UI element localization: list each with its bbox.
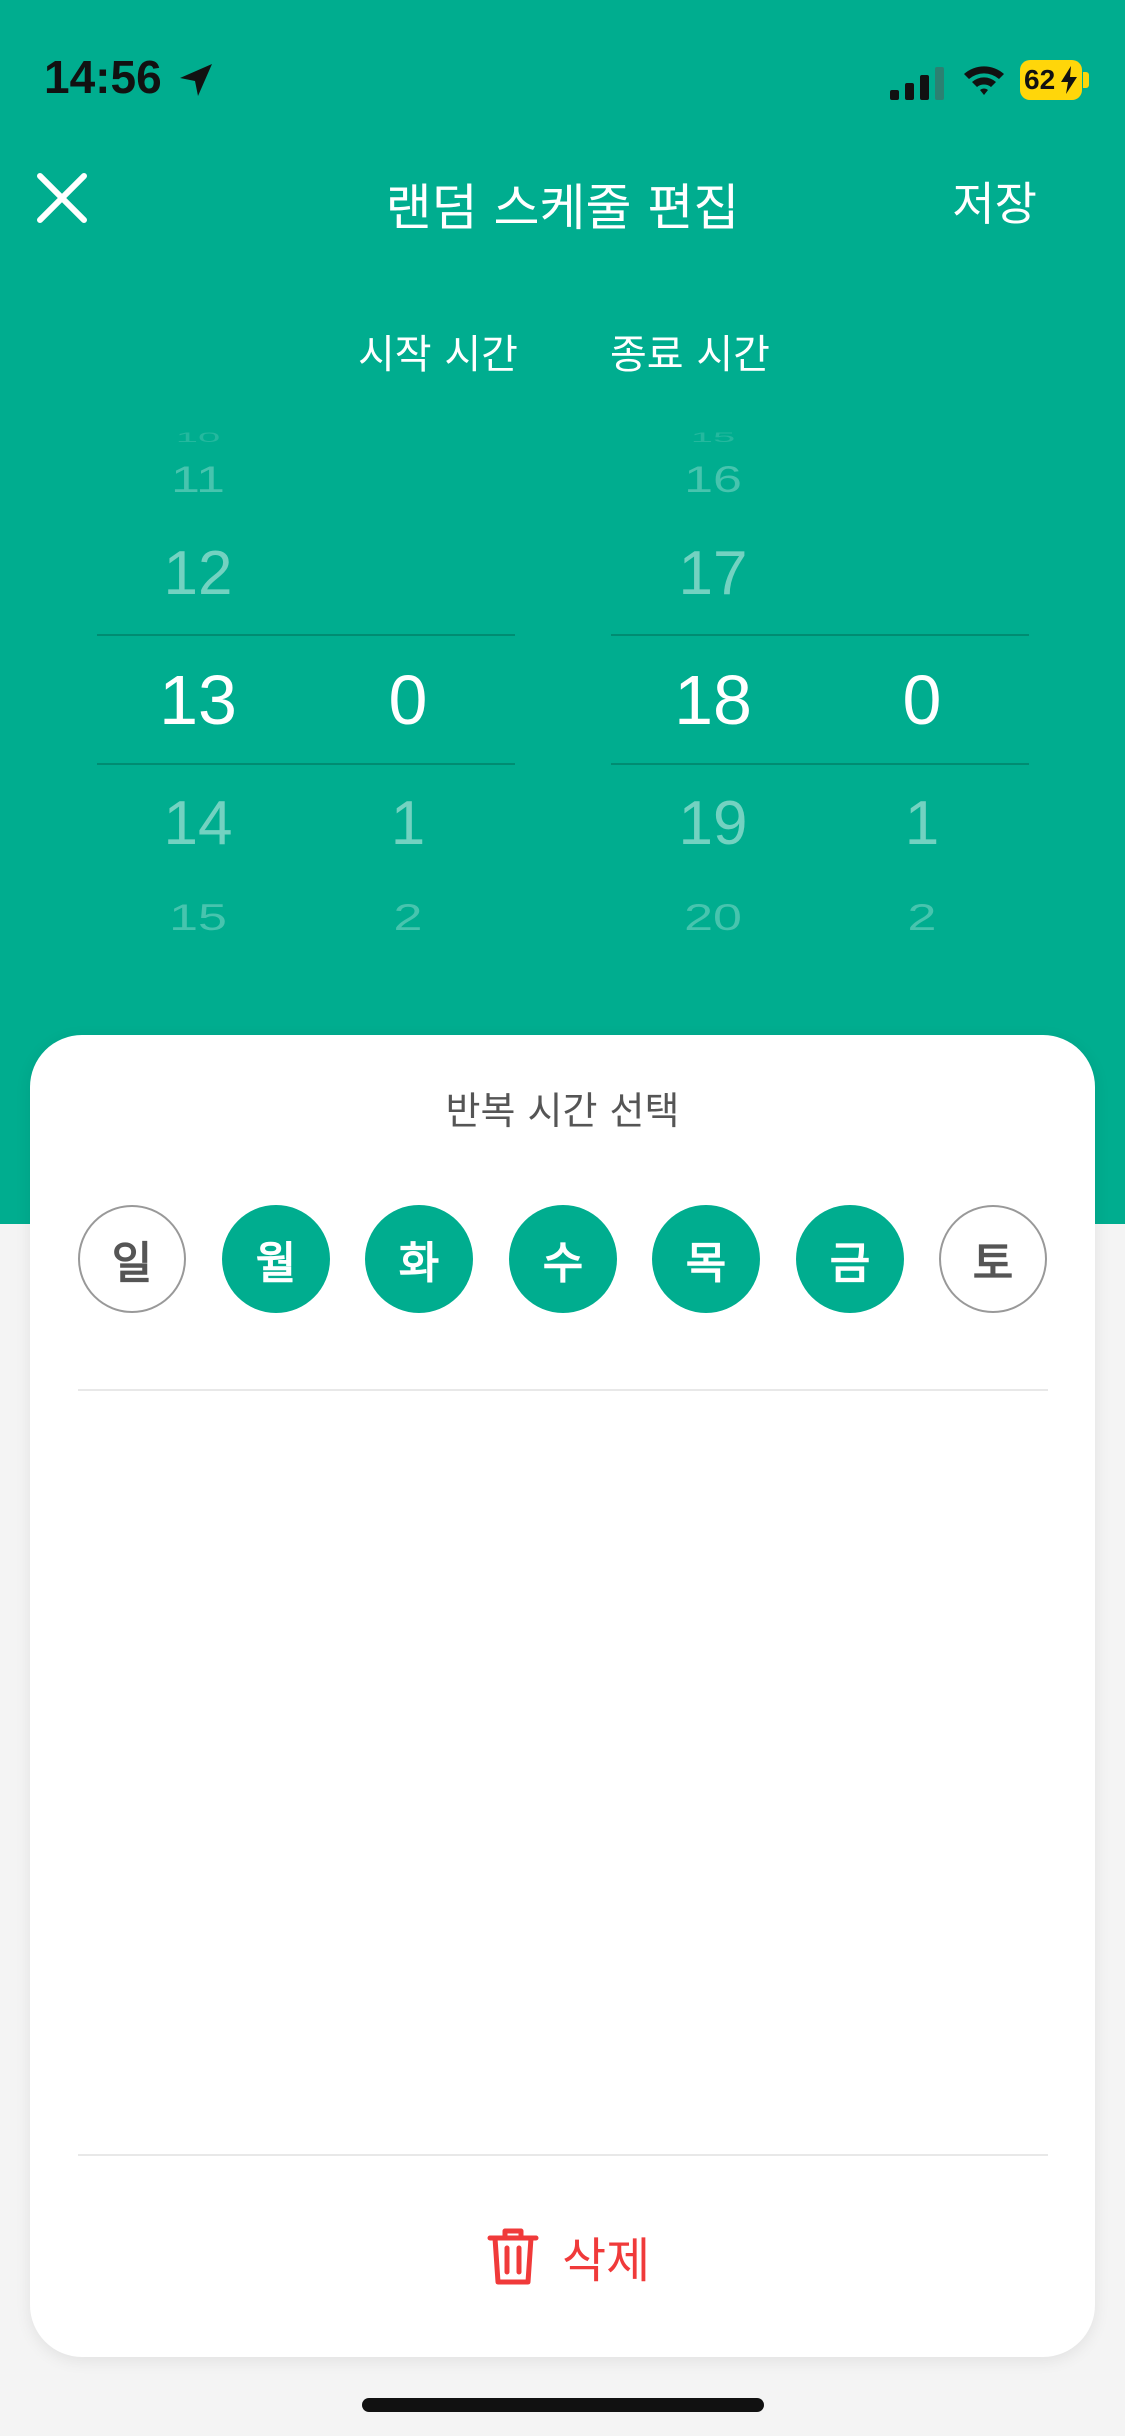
picker-item: 10 [175, 429, 221, 446]
repeat-section-title: 반복 시간 선택 [445, 1089, 680, 1133]
battery-level: 62 [1024, 64, 1056, 95]
picker-item: 15 [690, 429, 736, 446]
picker-item: 14 [163, 789, 233, 858]
day-toggle-sat[interactable]: 토 [939, 1205, 1047, 1313]
day-toggle-tue[interactable]: 화 [365, 1205, 473, 1313]
end-picker-top-line [611, 634, 1029, 636]
start-picker-bottom-line [97, 763, 515, 765]
save-button[interactable]: 저장 [952, 168, 1037, 234]
location-arrow-icon [180, 64, 212, 96]
end-minute-selected: 0 [902, 661, 942, 739]
picker-item: 2 [907, 897, 937, 939]
start-hour-selected: 13 [159, 661, 237, 739]
picker-item: 15 [169, 897, 227, 939]
picker-item: 1 [904, 789, 940, 858]
home-indicator[interactable] [362, 2398, 764, 2412]
end-picker-bottom-line [611, 763, 1029, 765]
trash-icon [487, 2228, 539, 2285]
start-time-label: 시작 시간 [358, 332, 518, 378]
delete-label: 삭제 [562, 2233, 651, 2289]
day-toggle-sun[interactable]: 일 [78, 1205, 186, 1313]
start-picker-top-line [97, 634, 515, 636]
cellular-signal-icon [890, 67, 944, 100]
picker-item: 16 [684, 459, 742, 501]
charging-bolt-icon [1061, 66, 1077, 94]
delete-button[interactable]: 삭제 [486, 2222, 650, 2290]
picker-item: 2 [393, 897, 423, 939]
picker-item: 20 [684, 897, 742, 939]
end-hour-selected: 18 [674, 661, 752, 739]
day-toggle-wed[interactable]: 수 [509, 1205, 617, 1313]
day-toggle-mon[interactable]: 월 [222, 1205, 330, 1313]
picker-item: 19 [678, 789, 748, 858]
day-toggle-fri[interactable]: 금 [796, 1205, 904, 1313]
end-time-label: 종료 시간 [610, 332, 770, 378]
wifi-icon [964, 66, 1004, 95]
picker-item: 12 [163, 539, 233, 608]
divider [78, 1389, 1048, 1391]
battery-cap [1083, 72, 1089, 88]
divider [78, 2154, 1048, 2156]
status-time: 14:56 [44, 51, 162, 103]
start-minute-selected: 0 [388, 661, 428, 739]
picker-item: 11 [171, 459, 225, 501]
day-toggle-thu[interactable]: 목 [652, 1205, 760, 1313]
picker-item: 1 [390, 789, 426, 858]
picker-item: 17 [678, 539, 748, 608]
